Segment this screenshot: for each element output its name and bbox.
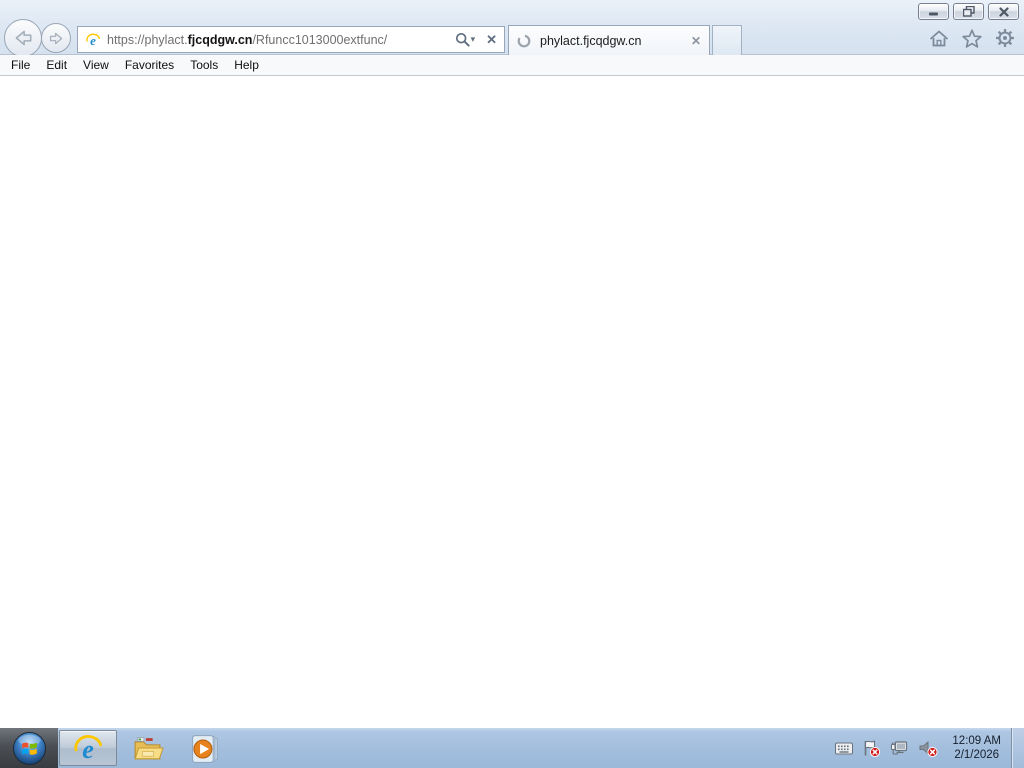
ie-favicon: e <box>86 33 100 48</box>
internet-explorer-icon: e <box>74 735 102 764</box>
taskbar-internet-explorer-button[interactable]: e <box>59 730 117 766</box>
svg-text:e: e <box>82 735 94 764</box>
back-button[interactable] <box>4 19 42 57</box>
taskbar-explorer-button[interactable] <box>118 728 176 768</box>
media-player-icon <box>191 734 218 763</box>
network-disconnected-icon[interactable] <box>890 739 909 758</box>
home-icon[interactable] <box>929 29 949 48</box>
url-path: /Rfuncc1013000extfunc/ <box>252 32 388 47</box>
window-controls <box>918 3 1019 20</box>
browser-chrome: e https://phylact.fjcqdgw.cn/Rfuncc10130… <box>0 0 1024 57</box>
minimize-icon <box>929 12 938 16</box>
explorer-folder-icon <box>133 736 164 759</box>
new-tab-button[interactable] <box>712 25 742 55</box>
page-content <box>0 76 1024 728</box>
stop-button-icon[interactable]: ✕ <box>486 32 497 48</box>
taskbar: e 12:09 AM 2/1/2026 <box>0 728 1024 768</box>
clock-date: 2/1/2026 <box>954 749 1000 761</box>
svg-text:e: e <box>90 33 96 48</box>
system-tray: 12:09 AM 2/1/2026 <box>835 728 1011 768</box>
tools-gear-icon[interactable] <box>995 28 1015 48</box>
show-desktop-button[interactable] <box>1011 728 1024 768</box>
url-prefix: https://phylact. <box>107 32 188 47</box>
tab-close-icon[interactable]: ✕ <box>691 34 701 48</box>
taskbar-media-player-button[interactable] <box>176 728 234 768</box>
restore-button[interactable] <box>953 3 984 20</box>
tab-title: phylact.fjcqdgw.cn <box>540 33 642 48</box>
back-arrow-icon <box>15 30 32 46</box>
loading-spinner-icon <box>517 34 531 47</box>
forward-arrow-icon <box>49 32 62 44</box>
search-magnifier-icon[interactable] <box>455 32 470 47</box>
menu-favorites[interactable]: Favorites <box>117 56 182 74</box>
desktop-screen: e https://phylact.fjcqdgw.cn/Rfuncc10130… <box>0 0 1024 768</box>
taskbar-clock[interactable]: 12:09 AM 2/1/2026 <box>952 734 1001 762</box>
url-text[interactable]: https://phylact.fjcqdgw.cn/Rfuncc1013000… <box>107 33 455 47</box>
start-button[interactable] <box>0 728 58 768</box>
clock-time: 12:09 AM <box>952 735 1001 747</box>
url-domain: fjcqdgw.cn <box>187 32 253 47</box>
address-bar[interactable]: e https://phylact.fjcqdgw.cn/Rfuncc10130… <box>77 26 505 53</box>
restore-icon <box>962 6 975 17</box>
menu-bar: File Edit View Favorites Tools Help <box>0 55 1024 76</box>
menu-tools[interactable]: Tools <box>182 56 226 74</box>
windows-start-orb <box>12 731 46 765</box>
favorites-star-icon[interactable] <box>962 28 982 48</box>
command-icons <box>929 28 1015 48</box>
address-bar-controls: ▾ ✕ <box>455 32 499 48</box>
keyboard-icon[interactable] <box>835 742 854 755</box>
volume-muted-icon[interactable] <box>918 739 938 758</box>
action-center-flag-error-icon[interactable] <box>862 739 881 758</box>
forward-button[interactable] <box>41 23 71 53</box>
menu-help[interactable]: Help <box>226 56 267 74</box>
close-icon <box>998 6 1009 17</box>
menu-view[interactable]: View <box>75 56 117 74</box>
minimize-button[interactable] <box>918 3 949 20</box>
close-button[interactable] <box>988 3 1019 20</box>
search-dropdown-caret-icon[interactable]: ▾ <box>471 34 476 45</box>
menu-file[interactable]: File <box>3 56 38 74</box>
menu-edit[interactable]: Edit <box>38 56 75 74</box>
browser-tab[interactable]: phylact.fjcqdgw.cn ✕ <box>508 25 710 55</box>
